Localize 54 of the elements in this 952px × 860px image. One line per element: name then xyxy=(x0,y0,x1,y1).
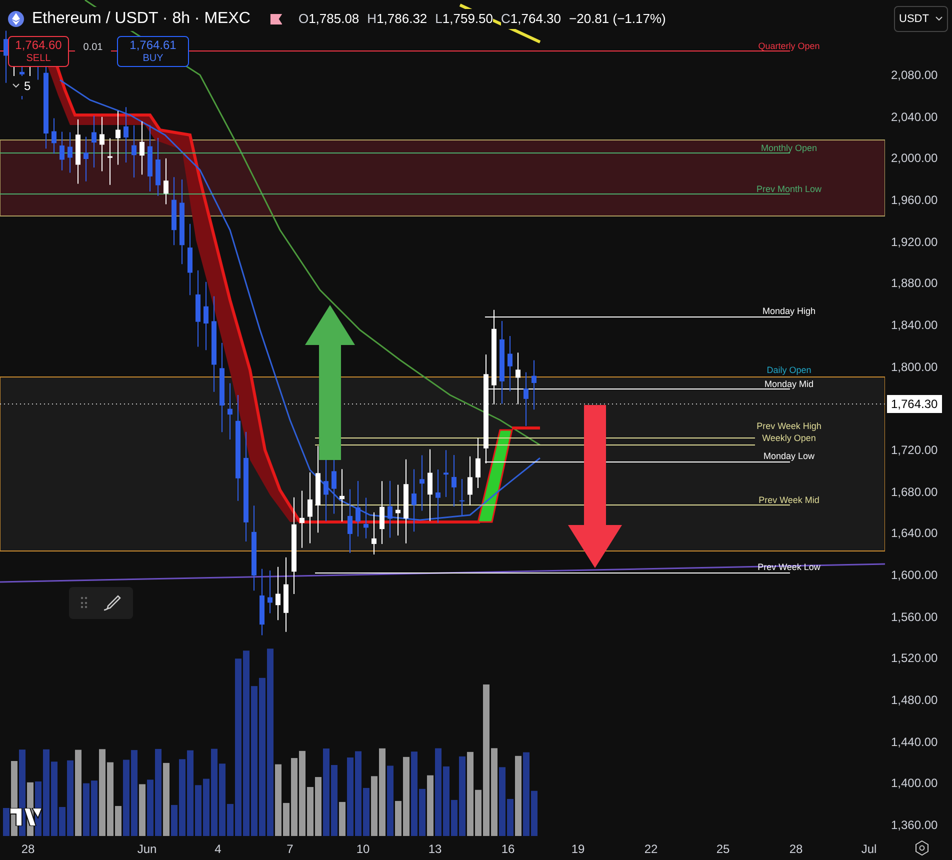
time-tick: 28 xyxy=(789,841,803,858)
price-tick: 1,920.00 xyxy=(891,234,938,249)
price-tick: 1,520.00 xyxy=(891,651,938,666)
time-tick: 10 xyxy=(356,841,370,858)
price-tick: 1,480.00 xyxy=(891,693,938,708)
level-label: Weekly Open xyxy=(762,433,816,444)
time-tick: 22 xyxy=(644,841,658,858)
level-label: Monday Low xyxy=(763,451,815,462)
time-tick: 19 xyxy=(571,841,585,858)
price-tick: 1,960.00 xyxy=(891,193,938,207)
settings-icon[interactable] xyxy=(914,840,930,856)
tradingview-logo-icon xyxy=(10,808,42,826)
price-tick: 1,880.00 xyxy=(891,276,938,290)
price-tick: 1,600.00 xyxy=(891,568,938,582)
time-tick: Jul xyxy=(861,841,877,858)
currency-select[interactable]: USDT xyxy=(894,6,948,32)
level-label: Quarterly Open xyxy=(758,41,820,52)
chevron-down-icon xyxy=(935,16,943,22)
current-price-label: 1,764.30 xyxy=(887,395,942,413)
price-tick: 1,680.00 xyxy=(891,484,938,499)
level-label: Monday High xyxy=(762,306,816,317)
price-tick: 1,800.00 xyxy=(891,360,938,374)
time-tick: 4 xyxy=(214,841,222,858)
flag-icon xyxy=(270,14,282,24)
price-tick: 1,840.00 xyxy=(891,318,938,332)
price-tick: 1,400.00 xyxy=(891,776,938,790)
price-tick: 2,040.00 xyxy=(891,110,938,124)
sell-button[interactable]: 1,764.60 SELL xyxy=(8,36,69,67)
chevron-down-icon xyxy=(12,83,20,89)
price-tick: 1,360.00 xyxy=(891,818,938,832)
price-tick: 2,000.00 xyxy=(891,151,938,166)
price-tick: 1,720.00 xyxy=(891,443,938,458)
price-tick: 1,560.00 xyxy=(891,610,938,624)
price-tick: 2,080.00 xyxy=(891,68,938,82)
price-tick: 1,440.00 xyxy=(891,734,938,749)
drag-handle-icon[interactable] xyxy=(80,597,86,609)
time-tick: 25 xyxy=(716,841,730,858)
symbol-title: Ethereum / USDT · 8h · MEXC xyxy=(32,7,250,31)
level-label: Prev Month Low xyxy=(756,184,822,195)
level-label: Prev Week Mid xyxy=(758,495,820,506)
level-label: Daily Open xyxy=(766,365,812,376)
price-change: −20.81 (−1.17%) xyxy=(569,10,666,28)
ethereum-logo-icon xyxy=(8,11,24,27)
time-tick: 28 xyxy=(21,841,35,858)
level-label: Monthly Open xyxy=(760,143,818,154)
time-tick: 13 xyxy=(428,841,442,858)
time-tick: 7 xyxy=(286,841,294,858)
price-tick: 1,640.00 xyxy=(891,526,938,540)
time-tick: 16 xyxy=(501,841,515,858)
level-label: Prev Week High xyxy=(756,421,822,432)
level-label: Monday Mid xyxy=(764,379,814,390)
time-tick: Jun xyxy=(137,841,157,858)
buy-button[interactable]: 1,764.61 BUY xyxy=(117,36,189,67)
brush-icon[interactable] xyxy=(102,594,122,612)
